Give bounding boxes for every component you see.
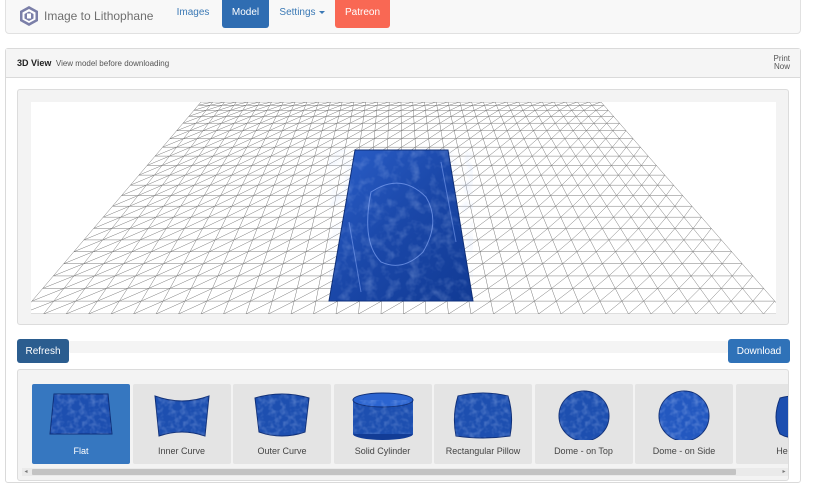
nav-settings-label: Settings	[279, 7, 316, 18]
shape-option-label: Inner Curve	[157, 446, 206, 456]
inner-curve-thumbnail	[153, 395, 210, 437]
print-now-line2: Now	[773, 62, 790, 71]
caret-down-icon	[318, 11, 325, 14]
shape-option-heart[interactable]: Hea	[735, 384, 788, 464]
shape-option-dome-on-top[interactable]: Dome - on Top	[534, 384, 633, 464]
shape-option-label: Rectangular Pillow	[445, 446, 521, 456]
shape-option-flat[interactable]: Flat	[32, 384, 130, 464]
shape-option-label: Hea	[776, 446, 788, 456]
lithophane-model	[328, 149, 474, 302]
action-bar	[69, 341, 728, 353]
3d-view-panel: 3D View View model before downloading Pr…	[5, 48, 801, 483]
3d-scene	[20, 101, 787, 315]
viewer-well	[17, 89, 789, 325]
shape-option-dome-on-side[interactable]: Dome - on Side	[635, 384, 733, 464]
shape-strip: Flat Inner Curve Outer Curve Solid Cylinder…	[32, 384, 788, 464]
shape-selector: Flat Inner Curve Outer Curve Solid Cylinder…	[17, 369, 789, 481]
print-now-link[interactable]: Print Now	[760, 55, 790, 71]
rectangular-pillow-thumbnail	[453, 392, 513, 439]
dome-on-top-thumbnail	[558, 390, 609, 440]
nav-model[interactable]: Model	[222, 0, 269, 28]
shape-option-label: Dome - on Side	[652, 446, 716, 456]
refresh-button[interactable]: Refresh	[17, 339, 69, 363]
outer-curve-thumbnail	[254, 393, 310, 437]
brand-name: Image to Lithophane	[44, 9, 154, 23]
flat-thumbnail	[49, 393, 113, 435]
lithophane-logo-icon	[20, 6, 38, 26]
nav-settings-dropdown[interactable]: Settings	[278, 0, 326, 28]
shape-option-label: Flat	[73, 446, 89, 456]
3d-viewer-canvas[interactable]	[20, 101, 787, 315]
scrollbar-thumb[interactable]	[32, 469, 736, 475]
heart-thumbnail	[775, 395, 788, 438]
panel-heading: 3D View View model before downloading Pr…	[6, 49, 800, 78]
panel-title-text: 3D View	[17, 58, 52, 68]
shape-option-solid-cylinder[interactable]: Solid Cylinder	[333, 384, 432, 464]
download-button[interactable]: Download	[728, 339, 790, 363]
shape-option-rectangular-pillow[interactable]: Rectangular Pillow	[434, 384, 532, 464]
shape-option-inner-curve[interactable]: Inner Curve	[132, 384, 231, 464]
solid-cylinder-thumbnail	[352, 392, 413, 440]
shape-option-outer-curve[interactable]: Outer Curve	[233, 384, 331, 464]
brand[interactable]: Image to Lithophane	[18, 3, 153, 29]
scroll-left-arrow-icon[interactable]: ◂	[22, 468, 30, 476]
shape-option-label: Dome - on Top	[554, 446, 613, 456]
panel-subtitle: View model before downloading	[55, 59, 170, 68]
top-navbar: Image to Lithophane Images Model Setting…	[5, 0, 801, 34]
shape-option-label: Solid Cylinder	[354, 446, 411, 456]
horizontal-scrollbar[interactable]: ◂ ▸	[22, 468, 788, 476]
shape-option-label: Outer Curve	[257, 446, 307, 456]
nav-images[interactable]: Images	[172, 0, 214, 28]
panel-title: 3D View View model before downloading	[17, 58, 169, 68]
nav-patreon[interactable]: Patreon	[335, 0, 390, 28]
scroll-right-arrow-icon[interactable]: ▸	[780, 468, 788, 476]
dome-on-side-thumbnail	[658, 390, 710, 440]
